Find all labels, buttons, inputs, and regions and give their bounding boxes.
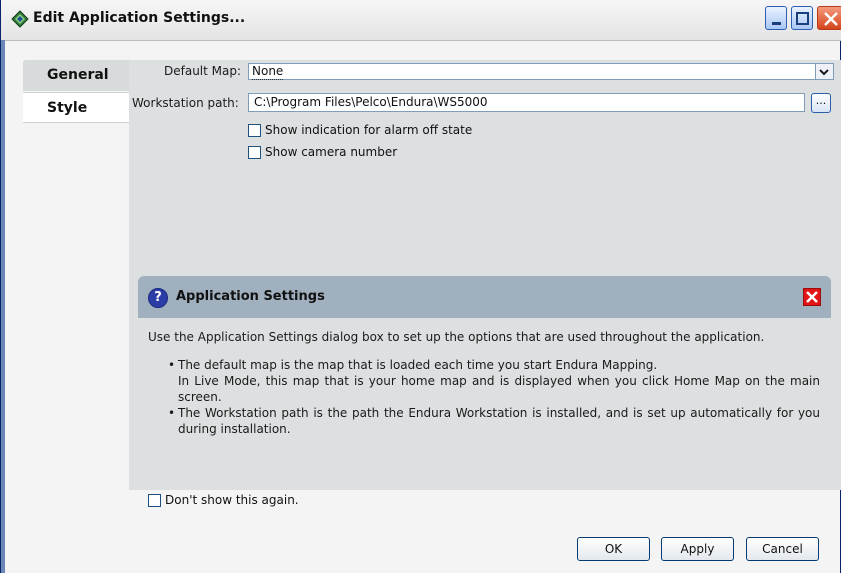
close-icon [806, 291, 818, 303]
help-header: ? Application Settings [138, 276, 831, 318]
browse-button[interactable]: ... [811, 93, 831, 113]
dont-show-checkbox[interactable] [148, 494, 161, 507]
help-bullet-line: The Workstation path is the path the End… [178, 406, 820, 436]
camera-number-checkbox[interactable] [248, 146, 261, 159]
apply-button[interactable]: Apply [661, 537, 734, 561]
workstation-path-input[interactable]: C:\Program Files\Pelco\Endura\WS5000 [248, 93, 805, 112]
help-intro: Use the Application Settings dialog box … [148, 330, 765, 344]
help-list: The default map is the map that is loade… [148, 357, 820, 437]
minimize-button[interactable] [765, 6, 787, 30]
camera-number-label: Show camera number [265, 145, 398, 159]
chevron-down-icon[interactable] [815, 64, 833, 79]
workstation-path-label: Workstation path: [132, 96, 239, 110]
help-title: Application Settings [176, 289, 325, 304]
tab-strip: General Style [23, 60, 129, 490]
default-map-label: Default Map: [164, 64, 242, 78]
help-close-button[interactable] [803, 288, 821, 306]
help-bullet-line: In Live Mode, this map that is your home… [178, 374, 820, 404]
help-bullet-line: The default map is the map that is loade… [178, 358, 658, 372]
maximize-icon [796, 12, 809, 25]
tab-general[interactable]: General [23, 60, 129, 91]
title-bar[interactable]: Edit Application Settings... [1, 0, 841, 41]
cancel-button[interactable]: Cancel [746, 537, 819, 561]
help-bullet: The Workstation path is the path the End… [168, 405, 820, 437]
diamond-app-icon [11, 10, 29, 28]
window-title: Edit Application Settings... [33, 10, 246, 26]
alarm-off-checkbox[interactable] [248, 124, 261, 137]
default-map-select[interactable]: None [248, 63, 834, 80]
ok-button[interactable]: OK [577, 537, 650, 561]
window-close-button[interactable] [817, 6, 841, 30]
help-bullet: The default map is the map that is loade… [168, 357, 820, 405]
dialog-window: Edit Application Settings... General Sty… [0, 0, 841, 573]
default-map-value: None [252, 64, 284, 80]
maximize-button[interactable] [791, 6, 813, 30]
dont-show-label: Don't show this again. [165, 493, 299, 507]
help-body: Use the Application Settings dialog box … [148, 329, 820, 437]
tab-style[interactable]: Style [23, 92, 129, 123]
minimize-icon [772, 22, 781, 25]
help-panel: ? Application Settings Use the Applicati… [138, 276, 831, 484]
alarm-off-label: Show indication for alarm off state [265, 123, 473, 137]
close-icon [824, 12, 838, 26]
question-icon: ? [148, 288, 168, 308]
window-left-border [1, 40, 5, 573]
